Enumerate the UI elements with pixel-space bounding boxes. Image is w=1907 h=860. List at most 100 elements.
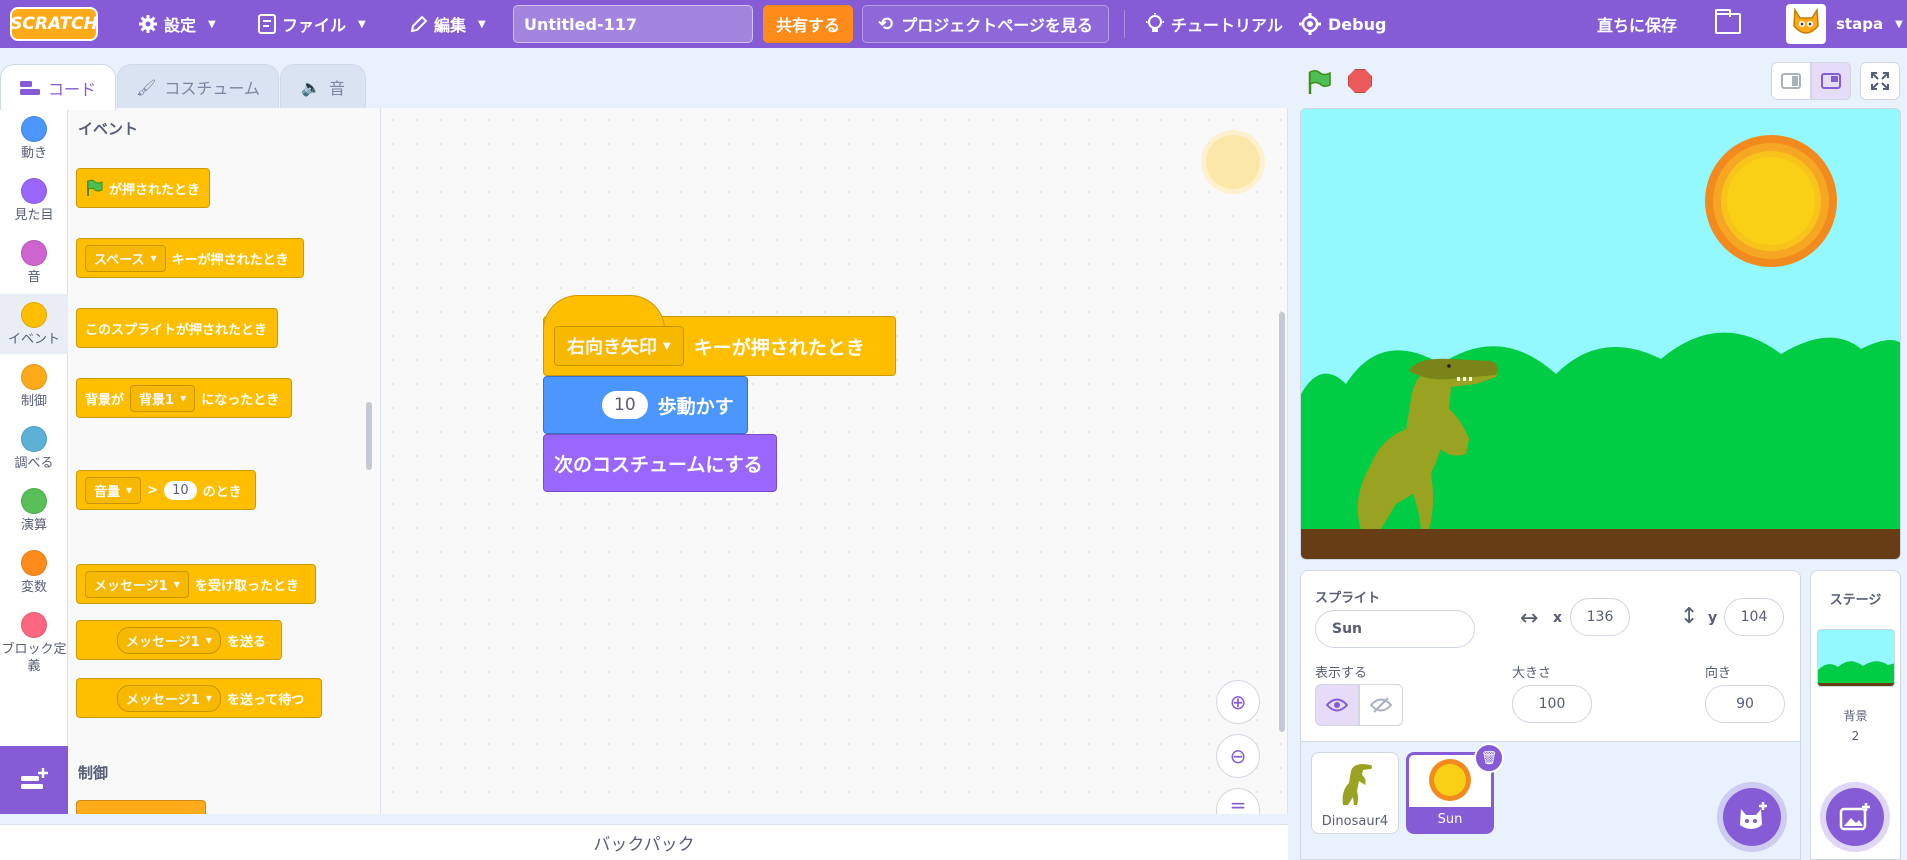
category-dot (21, 116, 47, 142)
script-move-steps[interactable]: 10 歩動かす (543, 376, 748, 434)
lightbulb-icon (1146, 13, 1164, 32)
chevron-down-icon: ▼ (205, 635, 212, 645)
scratch-logo[interactable]: SCRATCH (10, 7, 98, 41)
x-input[interactable]: 136 (1570, 598, 1630, 636)
script-when-key-pressed[interactable]: 右向き矢印 ▼ キーが押されたとき (543, 295, 896, 376)
category-variables[interactable]: 変数 (0, 550, 68, 596)
chevron-down-icon: ▼ (126, 485, 133, 495)
message-dropdown[interactable]: メッセージ1 ▼ (85, 570, 189, 598)
remix-arrows-icon: ⟲ (878, 13, 894, 35)
direction-input[interactable]: 90 (1705, 685, 1785, 723)
backdrop-thumbnail[interactable] (1817, 629, 1895, 687)
category-menu: 動き 見た目 音 イベント 制御 調べる 演算 変数 ブロック定義 (0, 108, 68, 814)
file-menu[interactable]: ファイル ▼ (258, 0, 366, 48)
y-input[interactable]: 104 (1724, 598, 1784, 636)
palette-scrollbar[interactable] (366, 402, 372, 470)
block-broadcast[interactable]: メッセージ1 ▼ を送る (76, 620, 282, 660)
script-next-costume[interactable]: 次のコスチュームにする (543, 434, 777, 492)
category-dot (21, 178, 47, 204)
tutorials-button[interactable]: チュートリアル (1145, 0, 1283, 48)
message-dropdown[interactable]: メッセージ1 ▼ (117, 684, 221, 712)
small-stage-button[interactable] (1771, 62, 1811, 100)
delete-sprite-button[interactable]: 🗑 (1474, 743, 1504, 773)
current-sprite-indicator (1206, 135, 1260, 189)
tab-costumes[interactable]: 🖌 コスチューム (117, 64, 279, 109)
show-sprite-button[interactable] (1315, 684, 1359, 726)
steps-input[interactable]: 10 (602, 391, 648, 419)
save-now-label: 直ちに保存 (1597, 16, 1678, 35)
dropdown-value: メッセージ1 (126, 692, 200, 708)
small-stage-icon (1781, 73, 1801, 89)
edit-menu[interactable]: 編集 ▼ (410, 0, 486, 48)
block-when-sprite-clicked[interactable]: このスプライトが押されたとき (76, 293, 278, 348)
choose-sprite-button[interactable] (1723, 788, 1781, 846)
block-when-loudness[interactable]: 音量 ▼ > 10 のとき (76, 455, 256, 510)
category-motion[interactable]: 動き (0, 116, 68, 162)
key-dropdown[interactable]: スペース ▼ (85, 244, 166, 272)
debug-button[interactable]: Debug (1298, 0, 1386, 48)
category-sound[interactable]: 音 (0, 240, 68, 286)
block-text: キーが押されたとき (171, 252, 289, 268)
save-now-button[interactable]: 直ちに保存 (1597, 0, 1677, 48)
category-dot (21, 240, 47, 266)
block-when-flag-clicked[interactable]: が押されたとき (76, 153, 210, 208)
category-events[interactable]: イベント (0, 294, 68, 354)
category-looks[interactable]: 見た目 (0, 178, 68, 224)
backdrop-thumbnail-image (1818, 661, 1894, 686)
category-control[interactable]: 制御 (0, 364, 68, 410)
backpack[interactable]: バックパック (0, 824, 1288, 860)
block-when-backdrop-switches[interactable]: 背景が 背景1 ▼ になったとき (76, 363, 292, 418)
normal-stage-button[interactable] (1811, 62, 1851, 100)
block-when-key-pressed[interactable]: スペース ▼ キーが押されたとき (76, 223, 304, 278)
category-my-blocks[interactable]: ブロック定義 (0, 612, 68, 675)
zoom-out-button[interactable]: ⊖ (1216, 734, 1260, 778)
add-extension-button[interactable] (0, 746, 68, 814)
green-flag-button[interactable] (1306, 69, 1332, 95)
block-text: が押されたとき (109, 182, 201, 198)
chevron-down-icon: ▼ (180, 393, 187, 403)
code-workspace[interactable] (381, 108, 1288, 814)
block-when-receive[interactable]: メッセージ1 ▼ を受け取ったとき (76, 549, 316, 604)
share-button[interactable]: 共有する (763, 5, 853, 43)
sprite-tile-dinosaur4[interactable]: Dinosaur4 (1311, 752, 1399, 834)
project-title-input[interactable]: Untitled-117 (513, 5, 753, 43)
message-dropdown[interactable]: メッセージ1 ▼ (117, 626, 221, 654)
show-label: 表示する (1315, 666, 1368, 681)
workspace-scrollbar[interactable] (1279, 312, 1285, 732)
block-control-partial[interactable] (76, 800, 206, 814)
sprite-name-input[interactable]: Sun (1315, 610, 1475, 648)
key-dropdown[interactable]: 右向き矢印 ▼ (554, 326, 684, 366)
block-text: このスプライトが押されたとき (85, 322, 268, 338)
backdrop-dropdown[interactable]: 背景1 ▼ (130, 384, 196, 412)
gear-icon (139, 15, 157, 33)
block-text: になったとき (201, 392, 280, 408)
avatar[interactable] (1786, 4, 1826, 44)
settings-menu[interactable]: 設定 ▼ (138, 0, 216, 48)
choose-backdrop-button[interactable] (1826, 788, 1884, 846)
hide-sprite-button[interactable] (1359, 684, 1403, 726)
zoom-in-button[interactable]: ⊕ (1216, 680, 1260, 724)
category-label: 制御 (20, 394, 47, 409)
sprite-name-label: スプライト (1315, 591, 1381, 606)
green-flag-icon (87, 179, 103, 196)
stop-button[interactable] (1348, 69, 1372, 93)
tab-sounds[interactable]: 🔈 音 (280, 64, 366, 109)
fullscreen-button[interactable] (1860, 62, 1900, 100)
share-label: 共有する (775, 16, 840, 35)
account-menu[interactable]: stapa ▼ (1836, 0, 1903, 48)
loudness-dropdown[interactable]: 音量 ▼ (85, 476, 142, 504)
size-input[interactable]: 100 (1512, 685, 1592, 723)
block-broadcast-and-wait[interactable]: メッセージ1 ▼ を送って待つ (76, 678, 322, 718)
category-sensing[interactable]: 調べる (0, 426, 68, 472)
block-operator: > (147, 482, 159, 498)
category-operators[interactable]: 演算 (0, 488, 68, 534)
cat-avatar-icon (1793, 7, 1819, 34)
stage-canvas[interactable] (1300, 108, 1901, 560)
add-extension-icon (21, 768, 48, 789)
number-input[interactable]: 10 (164, 480, 197, 500)
see-project-page-button[interactable]: ⟲ プロジェクトページを見る (862, 5, 1109, 43)
category-dot (21, 488, 47, 514)
folder-icon[interactable] (1715, 9, 1741, 34)
category-label: 見た目 (14, 208, 54, 223)
tab-code[interactable]: コード (0, 64, 116, 110)
